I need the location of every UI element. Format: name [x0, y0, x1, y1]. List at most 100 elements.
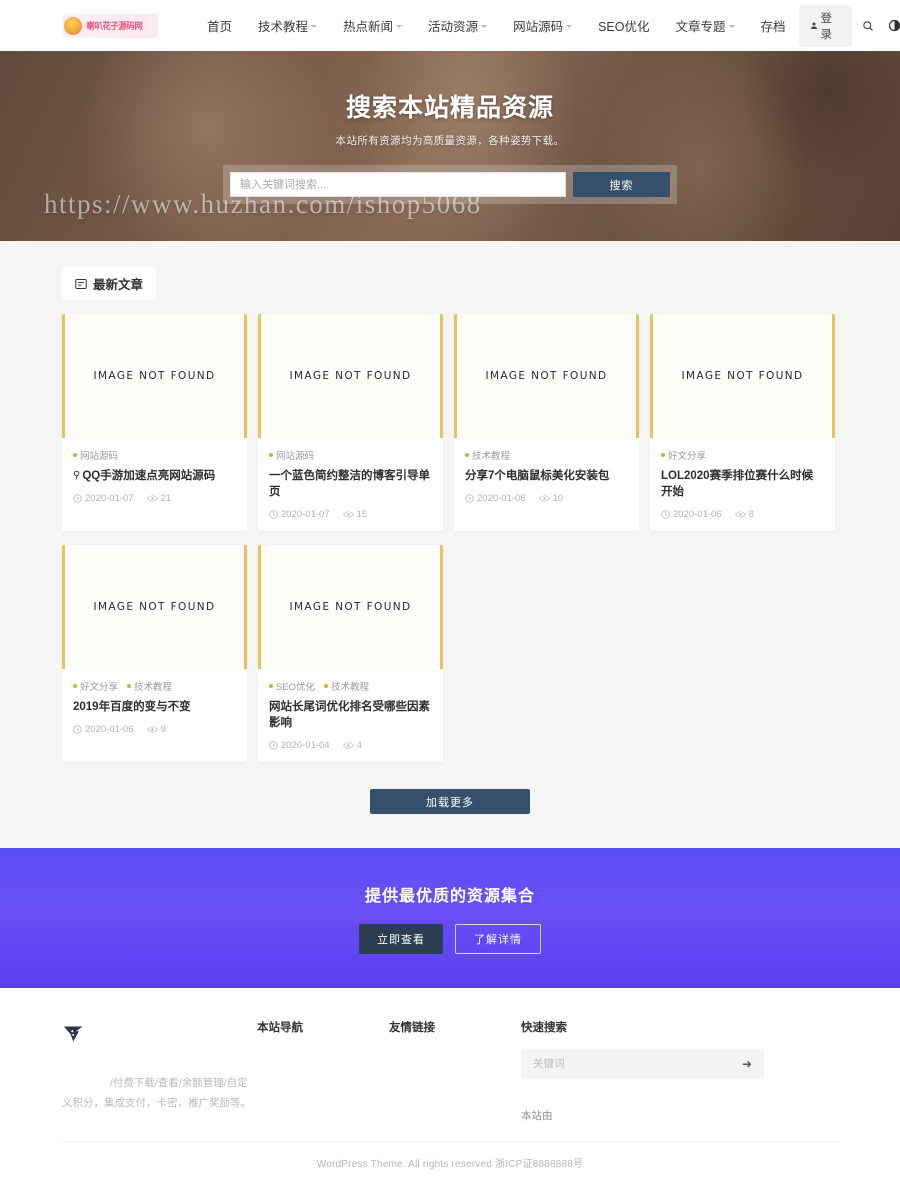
nav-item-seo[interactable]: SEO优化 — [585, 16, 662, 35]
category-tag[interactable]: SEO优化 — [269, 679, 315, 693]
dot-icon — [269, 453, 273, 457]
article-date: 2020-01-06 — [465, 493, 526, 504]
footer-links-column: 友情链接 — [389, 1019, 521, 1123]
nav-item-site-source[interactable]: 网站源码 — [500, 16, 585, 35]
main-content: 最新文章 IMAGE NOT FOUND 网站源码 ⚲ QQ手游加速点亮网站源码… — [0, 241, 900, 849]
article-views: 15 — [342, 509, 368, 521]
article-title[interactable]: ⚲ QQ手游加速点亮网站源码 — [73, 468, 236, 484]
header-actions: 登录 — [798, 4, 900, 47]
footer-description: /付费下载/查看/余额管理/自定 义积分，集成支付，卡密，推广奖励等。 — [62, 1074, 257, 1113]
category-tag[interactable]: 技术教程 — [465, 448, 510, 462]
cta-primary-button[interactable]: 立即查看 — [359, 924, 443, 955]
eye-icon — [734, 511, 746, 518]
load-more-button[interactable]: 加载更多 — [370, 789, 530, 815]
article-date: 2020-01-06 — [661, 509, 722, 520]
nav-item-hot-news[interactable]: 热点新闻 — [330, 16, 415, 35]
search-button[interactable]: 搜索 — [573, 172, 670, 197]
category-tag[interactable]: 好文分享 — [661, 448, 706, 462]
nav-item-home[interactable]: 首页 — [194, 16, 245, 35]
cta-buttons: 立即查看 了解详情 — [359, 924, 541, 955]
footer-links-title: 友情链接 — [389, 1022, 435, 1035]
footer-search-box: ➜ — [521, 1049, 764, 1080]
category-label: 好文分享 — [668, 451, 707, 462]
date-text: 2020-01-07 — [85, 493, 134, 505]
article-body: SEO优化 技术教程 网站长尾词优化排名受哪些因素影响 2020-01-04 4 — [258, 669, 443, 762]
article-title[interactable]: 一个蓝色简约整洁的博客引导单页 — [269, 468, 432, 500]
article-categories: 技术教程 — [465, 448, 628, 462]
login-button[interactable]: 登录 — [798, 4, 852, 47]
article-title[interactable]: 网站长尾词优化排名受哪些因素影响 — [269, 699, 432, 731]
category-tag[interactable]: 技术教程 — [127, 679, 172, 693]
image-placeholder-text: IMAGE NOT FOUND — [93, 370, 216, 382]
views-count: 8 — [748, 509, 754, 521]
footer-nav-title: 本站导航 — [257, 1022, 303, 1035]
arrow-right-icon[interactable]: ➜ — [742, 1057, 752, 1071]
nav-item-archive[interactable]: 存档 — [748, 16, 799, 35]
nav-item-activity-resources[interactable]: 活动资源 — [415, 16, 500, 35]
image-placeholder-text: IMAGE NOT FOUND — [289, 370, 412, 382]
category-tag[interactable]: 好文分享 — [73, 679, 118, 693]
site-logo[interactable]: 喇叭花子源码网 — [62, 13, 158, 39]
image-placeholder-text: IMAGE NOT FOUND — [681, 370, 804, 382]
logo-text: 喇叭花子源码网 — [86, 21, 143, 31]
nav-label: 文章专题 — [675, 20, 726, 34]
article-title-text: QQ手游加速点亮网站源码 — [82, 470, 216, 482]
date-text: 2020-01-06 — [477, 493, 526, 505]
site-footer: /付费下载/查看/余额管理/自定 义积分，集成支付，卡密，推广奖励等。 本站导航… — [0, 988, 900, 1184]
footer-columns: /付费下载/查看/余额管理/自定 义积分，集成支付，卡密，推广奖励等。 本站导航… — [62, 1019, 838, 1123]
views-count: 15 — [356, 509, 368, 521]
article-title[interactable]: LOL2020赛季排位赛什么时候开始 — [661, 468, 824, 500]
section-header-latest: 最新文章 — [62, 267, 157, 300]
article-title[interactable]: 2019年百度的变与不变 — [73, 699, 236, 715]
logo-image: 喇叭花子源码网 — [62, 13, 158, 38]
article-date: 2020-01-07 — [269, 509, 330, 520]
main-navigation: 首页 技术教程 热点新闻 活动资源 网站源码 SEO优化 文章专题 存档 — [194, 16, 799, 35]
article-body: 网站源码 一个蓝色简约整洁的博客引导单页 2020-01-07 15 — [258, 438, 443, 531]
footer-search-column: 快速搜索 ➜ 本站由 — [521, 1019, 764, 1123]
article-thumbnail: IMAGE NOT FOUND — [62, 314, 247, 438]
category-label: 好文分享 — [80, 682, 119, 694]
nav-label: 首页 — [207, 20, 233, 34]
date-text: 2020-01-06 — [673, 509, 722, 521]
category-tag[interactable]: 网站源码 — [269, 448, 314, 462]
article-card[interactable]: IMAGE NOT FOUND 好文分享 LOL2020赛季排位赛什么时候开始 — [650, 314, 835, 532]
search-input[interactable] — [230, 172, 566, 197]
image-placeholder-text: IMAGE NOT FOUND — [289, 601, 412, 614]
article-body: 好文分享 技术教程 2019年百度的变与不变 2020-01-06 9 — [62, 669, 247, 746]
list-icon — [75, 278, 87, 289]
article-card[interactable]: IMAGE NOT FOUND 网站源码 ⚲ QQ手游加速点亮网站源码 2020… — [62, 314, 247, 532]
article-title[interactable]: 分享7个电脑鼠标美化安装包 — [465, 468, 628, 484]
eye-icon — [146, 726, 158, 733]
footer-desc-line1: /付费下载/查看/余额管理/自定 — [110, 1077, 248, 1090]
search-icon[interactable] — [856, 13, 879, 39]
chevron-down-icon — [396, 25, 403, 28]
footer-search-input[interactable] — [533, 1058, 736, 1071]
article-card[interactable]: IMAGE NOT FOUND SEO优化 技术教程 网站长尾词优化排名受哪些因… — [258, 545, 443, 763]
nav-item-tutorials[interactable]: 技术教程 — [245, 16, 330, 35]
page-root: 喇叭花子源码网 首页 技术教程 热点新闻 活动资源 网站源码 SEO优化 文章专… — [0, 0, 900, 1184]
contrast-icon[interactable] — [883, 13, 900, 39]
footer-search-title: 快速搜索 — [521, 1022, 567, 1035]
category-label: SEO优化 — [276, 682, 316, 694]
article-thumbnail: IMAGE NOT FOUND — [258, 545, 443, 670]
chevron-down-icon — [728, 25, 735, 28]
cta-secondary-button[interactable]: 了解详情 — [455, 924, 541, 955]
clock-icon — [73, 494, 82, 503]
category-label: 网站源码 — [80, 451, 119, 462]
category-tag[interactable]: 技术教程 — [324, 679, 369, 693]
article-body: 网站源码 ⚲ QQ手游加速点亮网站源码 2020-01-07 21 — [62, 438, 247, 515]
article-categories: 网站源码 — [269, 448, 432, 462]
article-card[interactable]: IMAGE NOT FOUND 网站源码 一个蓝色简约整洁的博客引导单页 202… — [258, 314, 443, 532]
article-title-text: LOL2020赛季排位赛什么时候开始 — [661, 470, 814, 499]
article-title-text: 2019年百度的变与不变 — [73, 701, 191, 714]
article-card[interactable]: IMAGE NOT FOUND 好文分享 技术教程 2019年百度的变与不变 2… — [62, 545, 247, 763]
article-card[interactable]: IMAGE NOT FOUND 技术教程 分享7个电脑鼠标美化安装包 2020-… — [454, 314, 639, 532]
nav-item-article-topics[interactable]: 文章专题 — [662, 16, 747, 35]
pin-icon: ⚲ — [73, 470, 81, 482]
views-count: 21 — [160, 493, 172, 505]
category-tag[interactable]: 网站源码 — [73, 448, 118, 462]
date-text: 2020-01-06 — [85, 724, 134, 736]
article-thumbnail: IMAGE NOT FOUND — [454, 314, 639, 438]
article-date: 2020-01-07 — [73, 493, 134, 504]
hero-banner: https://www.huzhan.com/ishop5068 搜索本站精品资… — [0, 51, 900, 241]
